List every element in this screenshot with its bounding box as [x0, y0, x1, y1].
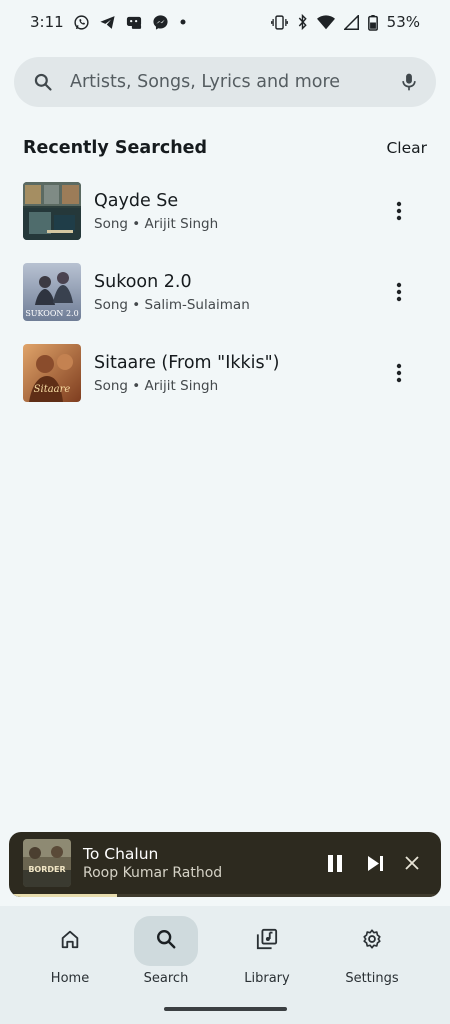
song-title: Qayde Se: [94, 191, 179, 211]
more-options-icon[interactable]: [384, 277, 414, 307]
battery-percent: 53%: [386, 13, 420, 31]
recently-searched-header: Recently Searched Clear: [23, 134, 427, 162]
vibrate-icon: [270, 14, 288, 30]
song-title: Sitaare (From "Ikkis"): [94, 353, 280, 373]
library-icon: [256, 928, 278, 954]
nav-pill: [340, 916, 404, 966]
bluetooth-icon: [297, 14, 308, 30]
album-art-text: SUKOON 2.0: [25, 309, 78, 318]
status-right: 53%: [270, 13, 420, 31]
clear-button[interactable]: Clear: [386, 139, 427, 157]
album-art: SUKOON 2.0: [23, 263, 81, 321]
status-left: 3:11: [30, 13, 188, 31]
status-time: 3:11: [30, 13, 64, 31]
more-options-icon[interactable]: [384, 358, 414, 388]
skip-next-icon[interactable]: [362, 849, 390, 877]
nav-label: Search: [143, 971, 189, 986]
now-playing-art-text: BORDER: [28, 865, 65, 874]
song-subtitle: Song • Salim-Sulaiman: [94, 297, 250, 313]
pause-icon[interactable]: [321, 849, 349, 877]
dot-icon: [178, 17, 188, 27]
nav-item-search[interactable]: Search: [116, 916, 216, 990]
home-indicator[interactable]: [164, 1007, 287, 1011]
telegram-icon: [99, 14, 116, 31]
nav-item-home[interactable]: Home: [20, 916, 120, 990]
close-icon[interactable]: [398, 849, 426, 877]
album-art: [23, 182, 81, 240]
song-subtitle: Song • Arijit Singh: [94, 378, 219, 394]
home-icon: [59, 928, 81, 954]
now-playing-art: BORDER: [23, 839, 71, 887]
wifi-icon: [316, 14, 335, 30]
list-item[interactable]: SUKOON 2.0 Sukoon 2.0 Song • Salim-Sulai…: [0, 263, 450, 323]
discord-icon: [125, 14, 143, 31]
messenger-icon: [152, 14, 169, 31]
playback-progress-fill: [9, 894, 117, 897]
search-icon: [33, 72, 53, 92]
nav-pill-active: [134, 916, 198, 966]
album-art: Sitaare: [23, 344, 81, 402]
now-playing-title: To Chalun: [83, 845, 159, 863]
nav-pill: [235, 916, 299, 966]
settings-icon: [361, 928, 383, 954]
playback-progress[interactable]: [9, 894, 441, 897]
song-title: Sukoon 2.0: [94, 272, 192, 292]
search-input[interactable]: [68, 71, 400, 93]
nav-label: Settings: [345, 971, 399, 986]
mini-player[interactable]: BORDER To Chalun Roop Kumar Rathod: [9, 832, 441, 897]
cell-signal-icon: [343, 14, 359, 30]
list-item[interactable]: Sitaare Sitaare (From "Ikkis") Song • Ar…: [0, 344, 450, 404]
nav-label: Home: [50, 971, 90, 986]
list-item[interactable]: Qayde Se Song • Arijit Singh: [0, 182, 450, 242]
nav-item-settings[interactable]: Settings: [322, 916, 422, 990]
song-subtitle: Song • Arijit Singh: [94, 216, 219, 232]
battery-icon: [367, 14, 378, 31]
nav-item-library[interactable]: Library: [217, 916, 317, 990]
nav-pill: [38, 916, 102, 966]
whatsapp-icon: [73, 14, 90, 31]
status-bar: 3:11 53%: [0, 0, 450, 44]
section-title: Recently Searched: [23, 138, 208, 158]
search-bar[interactable]: [14, 57, 436, 107]
nav-label: Library: [244, 971, 290, 986]
now-playing-artist: Roop Kumar Rathod: [83, 865, 223, 881]
mic-icon[interactable]: [400, 72, 418, 92]
album-art-text: Sitaare: [34, 384, 71, 395]
search-icon: [155, 928, 177, 954]
more-options-icon[interactable]: [384, 196, 414, 226]
